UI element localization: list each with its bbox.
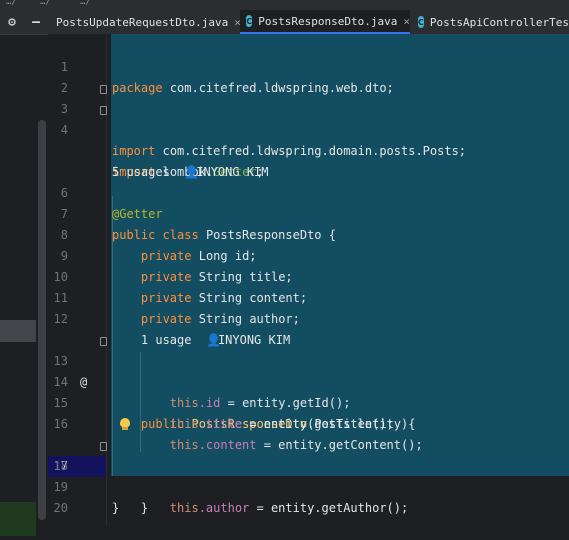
tab-posts-update-request-dto[interactable]: PostsUpdateRequestDto.java × — [50, 10, 241, 34]
lightbulb-icon[interactable] — [120, 418, 130, 430]
code-line: 4 import lombok.Getter; — [48, 99, 569, 179]
selected-tree-item[interactable] — [0, 320, 36, 342]
tree-item-highlight[interactable] — [0, 502, 36, 536]
line-number: 4 — [60, 123, 68, 137]
class-icon: C — [246, 15, 253, 27]
code-line: 12 — [48, 288, 569, 326]
code-line: 7 public class PostsResponseDto { — [48, 183, 569, 242]
close-icon[interactable]: × — [403, 15, 410, 28]
line-number: 20 — [53, 501, 68, 515]
code-line: 19 } — [48, 456, 569, 515]
editor-tabs: PostsUpdateRequestDto.java × C PostsResp… — [48, 10, 569, 35]
code-line: 3 import com.citefred.ldwspring.domain.p… — [48, 78, 569, 158]
code-line: 2 — [48, 57, 569, 95]
code-editor[interactable]: 1 package com.citefred.ldwspring.web.dto… — [48, 34, 569, 526]
class-icon: C — [418, 16, 424, 28]
breadcrumb: …/ …/ …/ — [0, 0, 569, 10]
scrollbar[interactable] — [38, 120, 46, 520]
code-line: 18 } — [48, 435, 569, 515]
code-line: 11 private String author; — [48, 267, 569, 326]
assignment: = entity.getAuthor(); — [249, 501, 409, 515]
minimize-icon[interactable]: — — [32, 15, 40, 30]
fold-icon[interactable] — [100, 442, 107, 451]
closing-brace: } — [140, 501, 149, 515]
code-line: 6 @Getter — [48, 162, 569, 221]
project-panel: ⚙ — — [0, 10, 48, 536]
field-ref: .author — [198, 501, 250, 515]
code-line: 10 private String content; — [48, 246, 569, 305]
breadcrumb-item[interactable]: …/ — [40, 0, 51, 7]
tab-posts-response-dto[interactable]: C PostsResponseDto.java × — [240, 10, 410, 34]
fold-icon[interactable] — [100, 337, 107, 346]
breadcrumb-item[interactable]: …/ — [6, 0, 17, 7]
tab-posts-api-controller-test[interactable]: C PostsApiControllerTest — [412, 10, 569, 34]
tab-label: PostsResponseDto.java — [258, 14, 398, 28]
code-line: 20 — [48, 477, 569, 515]
closing-brace: } — [112, 501, 120, 515]
code-line: 16 this.content = entity.getContent(); — [48, 393, 569, 452]
code-vision-hint[interactable]: 5 usages 👤INYONG KIM — [48, 141, 569, 179]
current-code-line: 17 this.author = entity.getAuthor(); — [48, 414, 569, 515]
tab-label: PostsApiControllerTest — [429, 15, 569, 29]
gear-icon[interactable]: ⚙ — [8, 15, 16, 30]
code-line: 13 @ public PostsResponseDto(Posts entit… — [48, 330, 569, 431]
breadcrumb-item[interactable]: …/ — [80, 0, 91, 7]
project-toolbar: ⚙ — — [0, 10, 48, 35]
this-keyword: this — [169, 501, 199, 515]
fold-icon[interactable] — [100, 106, 107, 115]
code-line: 8 private Long id; — [48, 204, 569, 263]
code-line: 14 this.id = entity.getId(); — [48, 351, 569, 410]
code-line: 9 private String title; — [48, 225, 569, 284]
code-vision-hint[interactable]: 1 usage 👤INYONG KIM — [48, 309, 569, 347]
fold-icon[interactable] — [100, 85, 107, 94]
tab-label: PostsUpdateRequestDto.java — [56, 15, 229, 29]
code-line: 1 package com.citefred.ldwspring.web.dto… — [48, 36, 569, 95]
code-line: 15 this.title = entity.getTitle(); — [48, 372, 569, 431]
